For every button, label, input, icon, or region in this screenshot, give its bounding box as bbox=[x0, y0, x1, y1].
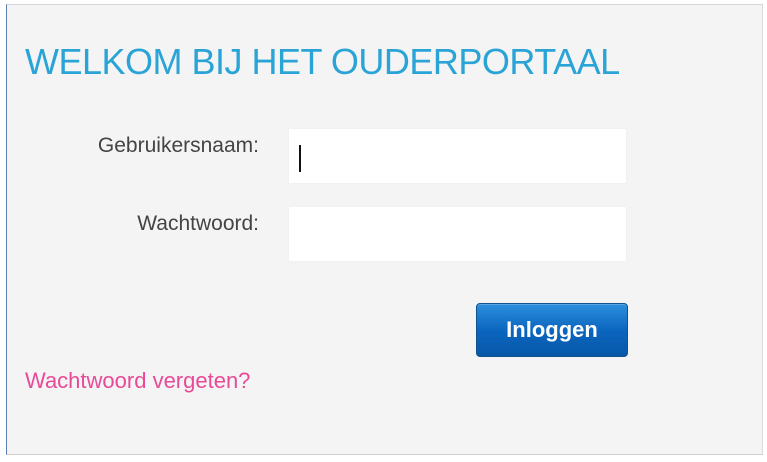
login-button[interactable]: Inloggen bbox=[476, 303, 628, 357]
password-label: Wachtwoord: bbox=[137, 212, 259, 235]
text-cursor-icon bbox=[299, 145, 301, 172]
username-label: Gebruikersnaam: bbox=[97, 134, 259, 157]
login-panel: WELKOM BIJ HET OUDERPORTAAL Gebruikersna… bbox=[6, 4, 763, 455]
page-title: WELKOM BIJ HET OUDERPORTAAL bbox=[25, 41, 620, 82]
forgot-password-link[interactable]: Wachtwoord vergeten? bbox=[25, 368, 250, 394]
username-input[interactable] bbox=[288, 128, 627, 184]
password-input[interactable] bbox=[288, 206, 627, 262]
page: WELKOM BIJ HET OUDERPORTAAL Gebruikersna… bbox=[0, 0, 767, 462]
